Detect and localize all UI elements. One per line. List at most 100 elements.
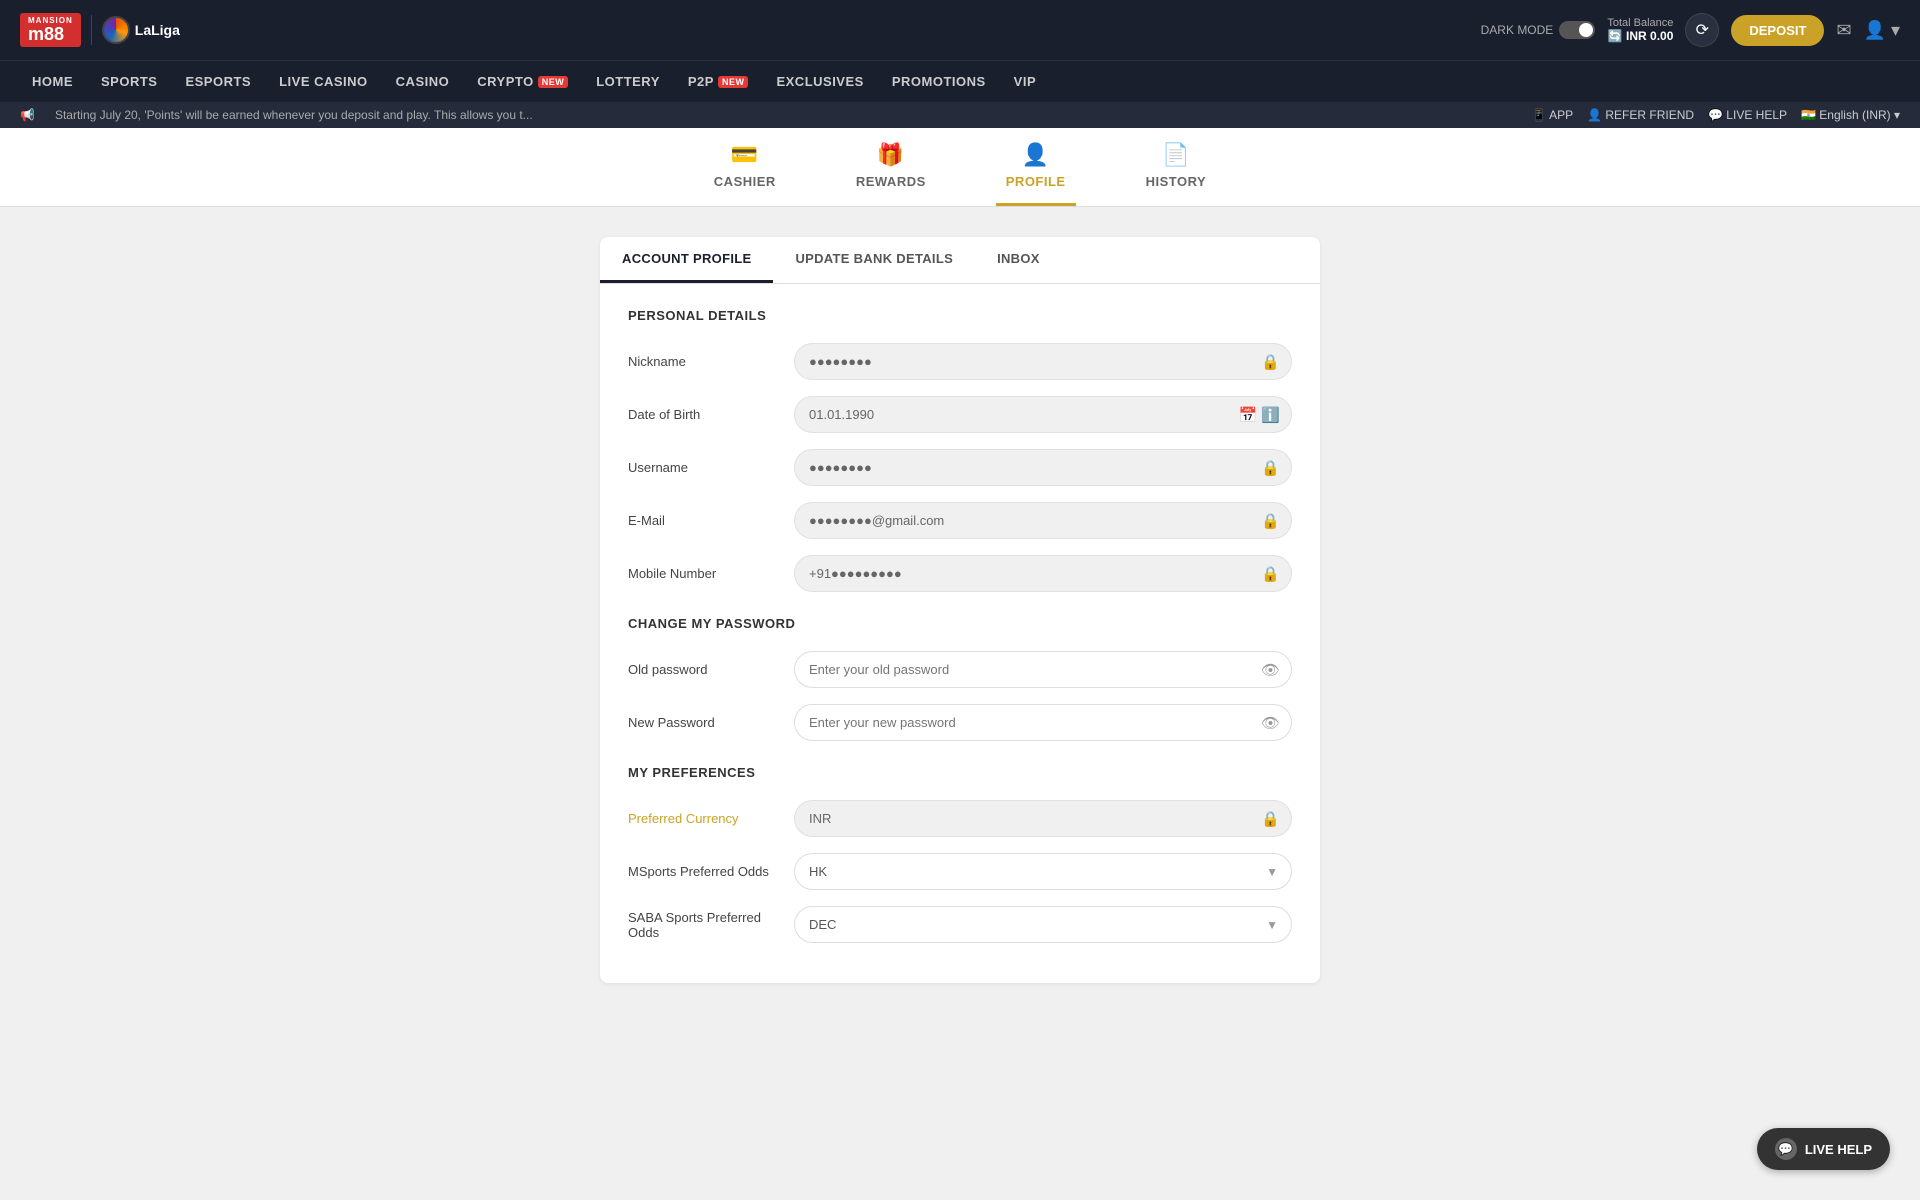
change-password-title: CHANGE MY PASSWORD [628, 616, 1292, 631]
laliga-text: LaLiga [135, 22, 180, 38]
preferred-currency-input [794, 800, 1292, 837]
live-help-icon: 💬 [1775, 1138, 1797, 1160]
dob-label: Date of Birth [628, 407, 778, 422]
deposit-button[interactable]: DEPOSIT [1731, 15, 1824, 46]
refresh-button[interactable]: ⟳ [1685, 13, 1719, 47]
old-password-label: Old password [628, 662, 778, 677]
ticker-app-link[interactable]: 📱 APP [1531, 108, 1573, 122]
nickname-input-wrap: 🔒 [794, 343, 1292, 380]
live-help-button[interactable]: 💬 LIVE HELP [1757, 1128, 1890, 1170]
nav-item-sports[interactable]: SPORTS [89, 66, 169, 97]
balance-label: Total Balance [1607, 17, 1673, 29]
dob-input[interactable] [794, 396, 1292, 433]
username-label: Username [628, 460, 778, 475]
crypto-new-badge: NEW [538, 76, 569, 88]
cashier-icon: 💳 [731, 142, 759, 168]
ticker-refer-link[interactable]: 👤 REFER FRIEND [1587, 108, 1694, 122]
dob-input-wrap: 📅 ℹ️ [794, 396, 1292, 433]
email-label: E-Mail [628, 513, 778, 528]
msports-odds-select[interactable]: HK EU MY US ID [794, 853, 1292, 890]
saba-odds-select[interactable]: DEC HK MY US [794, 906, 1292, 943]
dark-mode-label: DARK MODE [1481, 23, 1554, 37]
profile-icon: 👤 [1022, 142, 1050, 168]
nav-item-exclusives[interactable]: EXCLUSIVES [764, 66, 875, 97]
preferred-currency-input-wrap: 🔒 [794, 800, 1292, 837]
nickname-input[interactable] [794, 343, 1292, 380]
live-help-label: LIVE HELP [1805, 1142, 1872, 1157]
nav-item-casino[interactable]: CASINO [384, 66, 462, 97]
old-password-input[interactable] [794, 651, 1292, 688]
nav-item-vip[interactable]: VIP [1002, 66, 1048, 97]
nav-item-live-casino[interactable]: LIVE CASINO [267, 66, 380, 97]
dob-row: Date of Birth 📅 ℹ️ [628, 396, 1292, 433]
history-icon: 📄 [1162, 142, 1190, 168]
user-account-icon[interactable]: 👤 ▾ [1864, 20, 1900, 41]
mobile-lock-icon: 🔒 [1261, 565, 1280, 583]
old-password-row: Old password 👁 [628, 651, 1292, 688]
mobile-input[interactable] [794, 555, 1292, 592]
nickname-row: Nickname 🔒 [628, 343, 1292, 380]
rewards-icon: 🎁 [877, 142, 905, 168]
nav-item-lottery[interactable]: LOTTERY [584, 66, 672, 97]
saba-odds-select-wrap: DEC HK MY US ▼ [794, 906, 1292, 943]
page-content: ACCOUNT PROFILE UPDATE BANK DETAILS INBO… [600, 237, 1320, 983]
balance-amount: 🔄 INR 0.00 [1607, 29, 1673, 43]
old-password-input-wrap: 👁 [794, 651, 1292, 688]
new-password-input[interactable] [794, 704, 1292, 741]
preferred-currency-label: Preferred Currency [628, 811, 778, 826]
nickname-label: Nickname [628, 354, 778, 369]
nav-item-home[interactable]: HOME [20, 66, 85, 97]
page-tabs-bar: 💳 CASHIER 🎁 REWARDS 👤 PROFILE 📄 HISTORY [0, 128, 1920, 207]
new-password-input-wrap: 👁 [794, 704, 1292, 741]
personal-details-title: PERSONAL DETAILS [628, 308, 1292, 323]
top-navigation: MANSION m88 LaLiga DARK MODE Total Balan… [0, 0, 1920, 60]
top-nav-right: DARK MODE Total Balance 🔄 INR 0.00 ⟳ DEP… [1481, 13, 1900, 47]
msports-odds-select-wrap: HK EU MY US ID ▼ [794, 853, 1292, 890]
mail-icon[interactable]: ✉ [1836, 20, 1851, 41]
tab-history-label: HISTORY [1146, 174, 1207, 189]
nav-item-esports[interactable]: ESPORTS [173, 66, 263, 97]
ticker-bar: 📢 Starting July 20, 'Points' will be ear… [0, 102, 1920, 128]
p2p-new-badge: NEW [718, 76, 749, 88]
dark-mode-toggle[interactable]: DARK MODE [1481, 21, 1596, 39]
username-input[interactable] [794, 449, 1292, 486]
mobile-input-wrap: 🔒 [794, 555, 1292, 592]
tab-rewards-label: REWARDS [856, 174, 926, 189]
main-navigation: HOME SPORTS ESPORTS LIVE CASINO CASINO C… [0, 60, 1920, 102]
tab-history[interactable]: 📄 HISTORY [1136, 142, 1217, 206]
ticker-actions: 📱 APP 👤 REFER FRIEND 💬 LIVE HELP 🇮🇳 Engl… [1531, 108, 1900, 122]
m88-logo: MANSION m88 [20, 13, 81, 47]
laliga-icon [102, 16, 130, 44]
sub-tabs: ACCOUNT PROFILE UPDATE BANK DETAILS INBO… [600, 237, 1320, 284]
tab-rewards[interactable]: 🎁 REWARDS [846, 142, 936, 206]
old-password-eye-icon[interactable]: 👁 [1261, 661, 1280, 679]
tab-cashier-label: CASHIER [714, 174, 776, 189]
email-input-wrap: 🔒 [794, 502, 1292, 539]
tab-profile[interactable]: 👤 PROFILE [996, 142, 1076, 206]
email-lock-icon: 🔒 [1261, 512, 1280, 530]
logo-sub: MANSION [28, 17, 73, 25]
nav-item-crypto[interactable]: CRYPTO NEW [465, 66, 580, 97]
preferred-currency-lock-icon: 🔒 [1261, 810, 1280, 828]
new-password-label: New Password [628, 715, 778, 730]
email-input[interactable] [794, 502, 1292, 539]
sub-tab-account-profile[interactable]: ACCOUNT PROFILE [600, 237, 773, 283]
sub-tab-bank-details[interactable]: UPDATE BANK DETAILS [773, 237, 975, 283]
mobile-label: Mobile Number [628, 566, 778, 581]
ticker-live-help-link[interactable]: 💬 LIVE HELP [1708, 108, 1787, 122]
dark-mode-switch[interactable] [1559, 21, 1595, 39]
ticker-text: Starting July 20, 'Points' will be earne… [55, 108, 1512, 122]
new-password-eye-icon[interactable]: 👁 [1261, 714, 1280, 732]
tab-cashier[interactable]: 💳 CASHIER [704, 142, 786, 206]
email-row: E-Mail 🔒 [628, 502, 1292, 539]
nav-item-promotions[interactable]: PROMOTIONS [880, 66, 998, 97]
saba-odds-row: SABA Sports Preferred Odds DEC HK MY US … [628, 906, 1292, 943]
nav-item-p2p[interactable]: P2P NEW [676, 66, 761, 97]
dob-icons: 📅 ℹ️ [1238, 406, 1280, 424]
preferred-currency-row: Preferred Currency 🔒 [628, 800, 1292, 837]
sub-tab-inbox[interactable]: INBOX [975, 237, 1062, 283]
username-input-wrap: 🔒 [794, 449, 1292, 486]
mobile-row: Mobile Number 🔒 [628, 555, 1292, 592]
username-lock-icon: 🔒 [1261, 459, 1280, 477]
ticker-language-selector[interactable]: 🇮🇳 English (INR) ▾ [1801, 108, 1900, 122]
